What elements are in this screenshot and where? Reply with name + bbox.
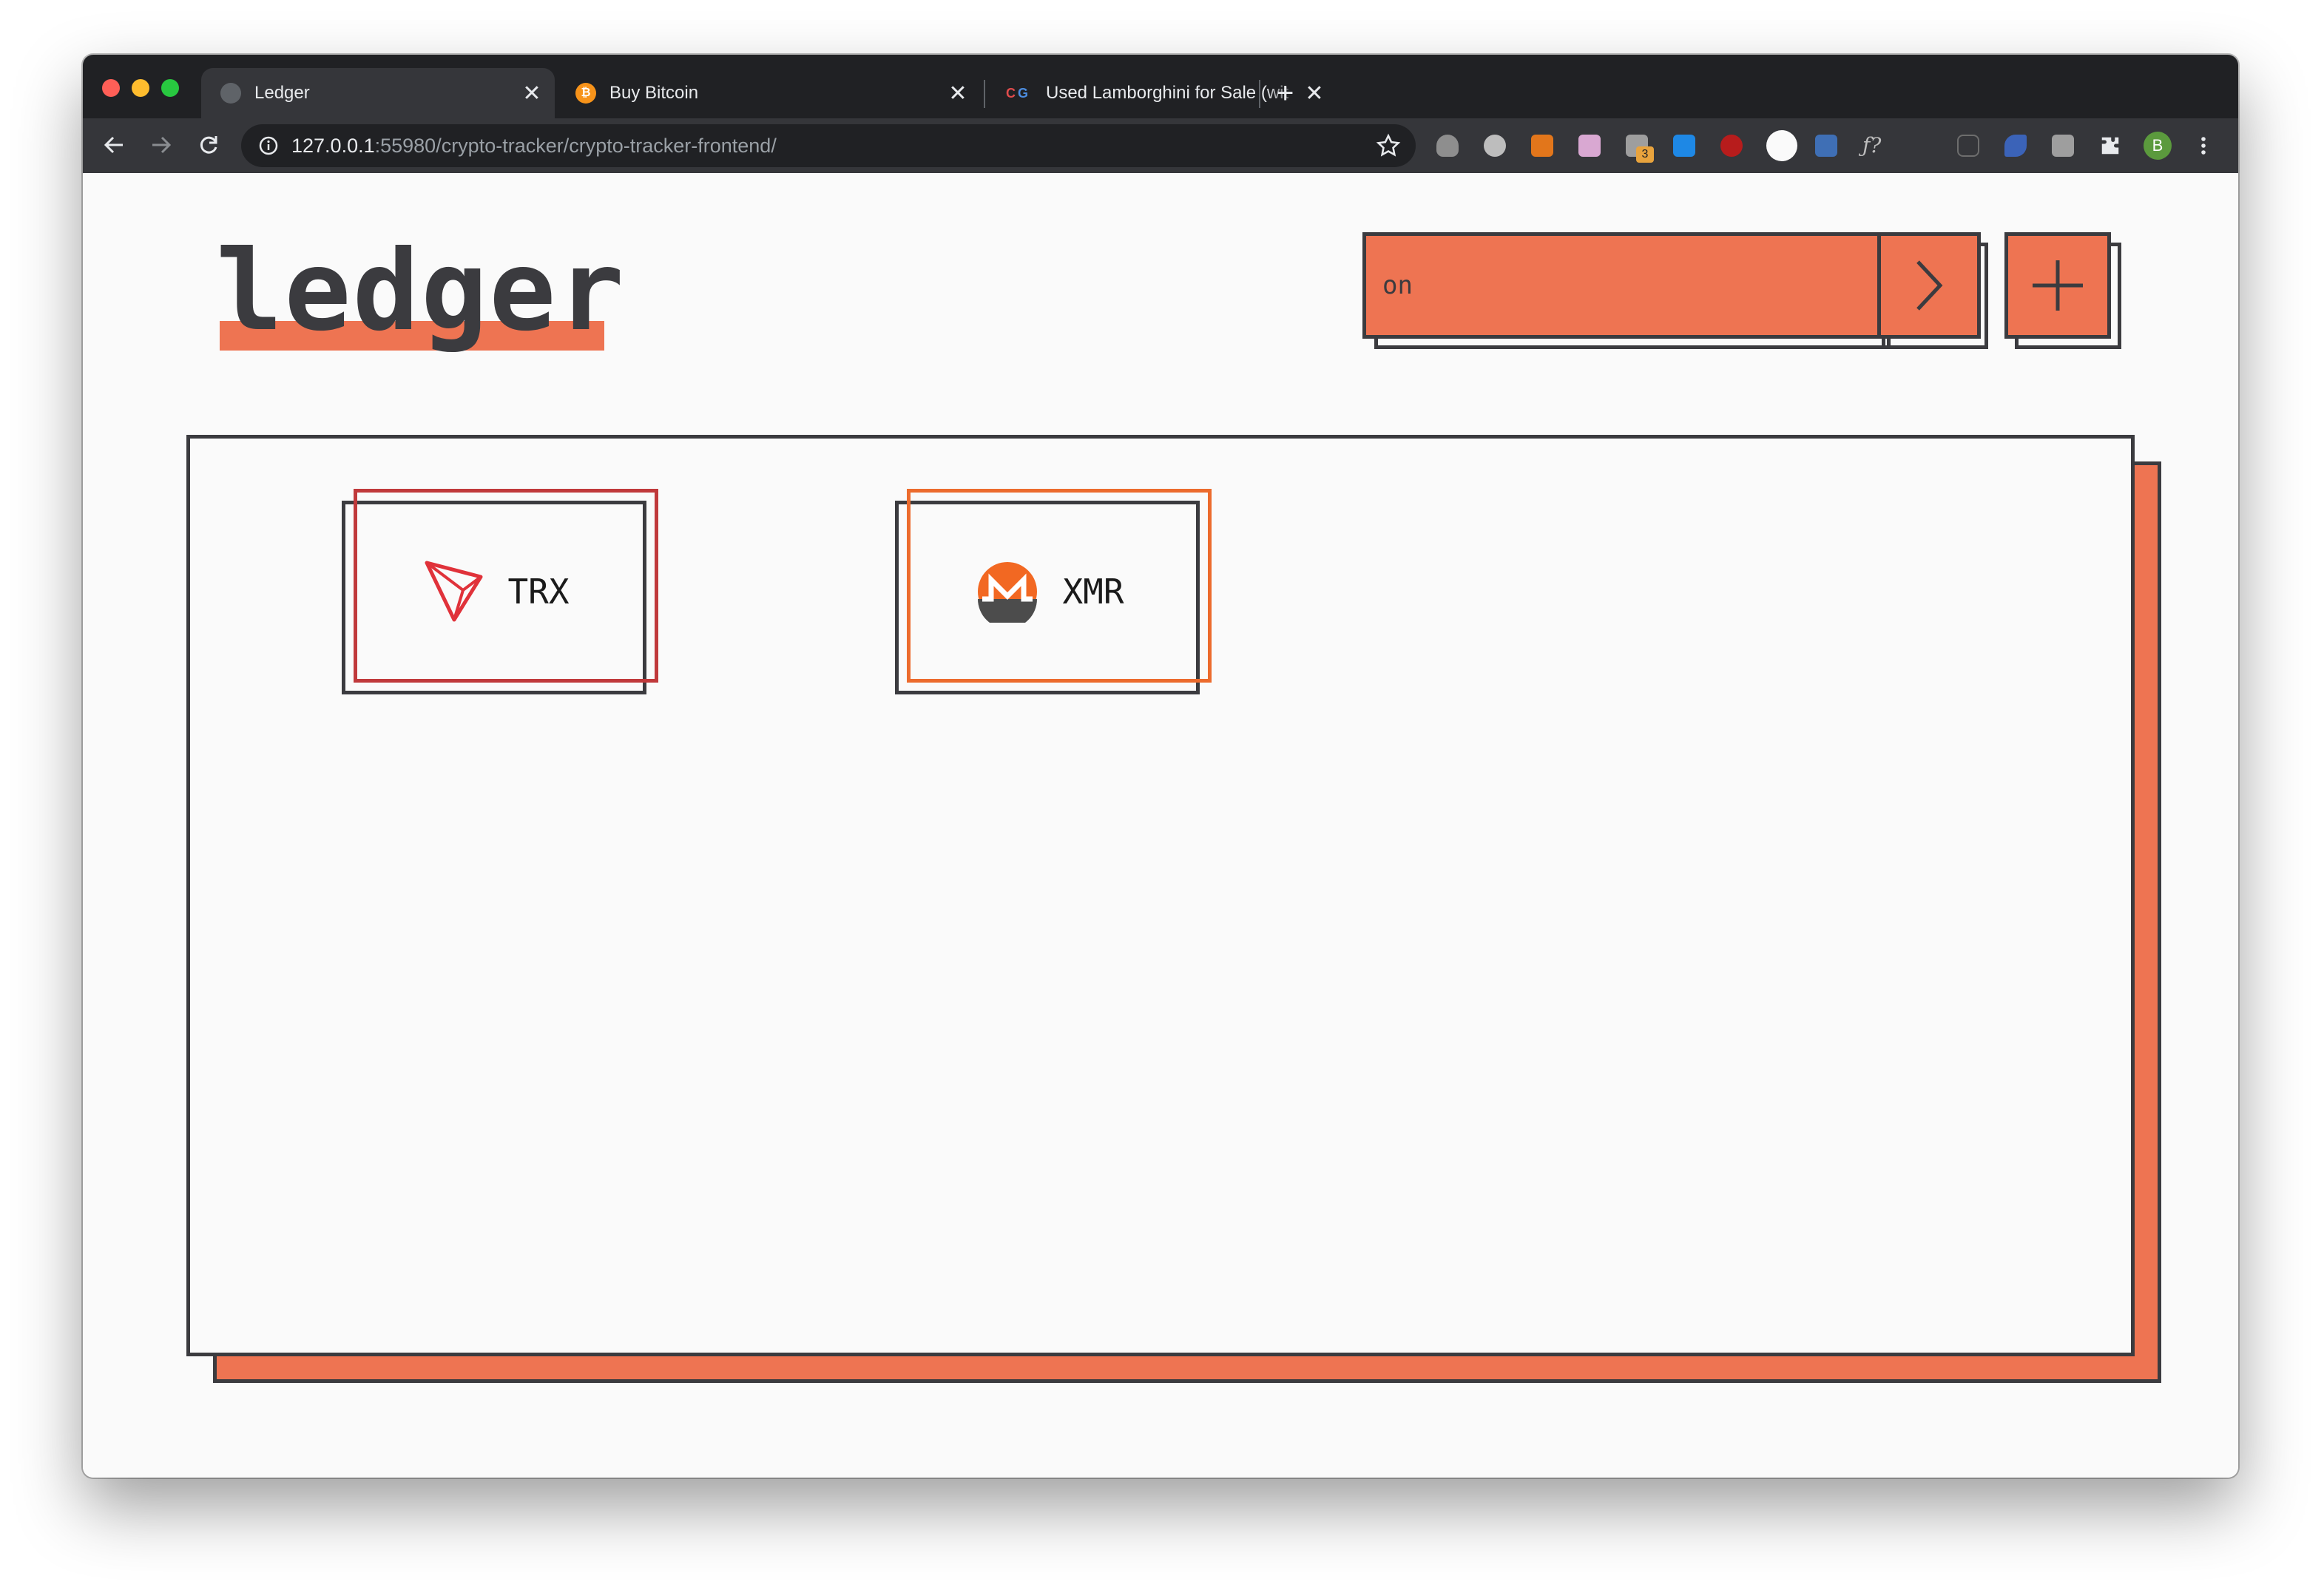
browser-window: Ledger ✕ ₿ Buy Bitcoin ✕ CG Used Lamborg… [83, 55, 2238, 1478]
search-input[interactable] [1362, 232, 1882, 339]
tab-title: Used Lamborghini for Sale (wit [1046, 83, 1289, 103]
metamask-icon[interactable] [1531, 135, 1553, 157]
add-coin-button[interactable] [2004, 232, 2111, 339]
tab-close-icon[interactable]: ✕ [1303, 81, 1325, 106]
coin-card-xmr[interactable]: XMR [895, 489, 1213, 696]
search-submit-button[interactable] [1877, 232, 1981, 339]
extension-badge: 3 [1636, 146, 1654, 163]
extension-ls-icon[interactable] [1815, 135, 1837, 157]
extension-avatar-icon[interactable] [1578, 135, 1601, 157]
extension-feather-icon[interactable] [2004, 135, 2027, 157]
url-path: :55980/crypto-tracker/crypto-tracker-fro… [374, 134, 777, 157]
tab-close-icon[interactable]: ✕ [947, 81, 969, 106]
svg-text:G: G [1018, 86, 1028, 101]
tab-buy-bitcoin[interactable]: ₿ Buy Bitcoin ✕ [556, 68, 981, 118]
page-content: ledger TRX [83, 173, 2238, 1478]
close-window-button[interactable] [102, 79, 120, 97]
tab-close-icon[interactable]: ✕ [521, 81, 543, 106]
minimize-window-button[interactable] [132, 79, 149, 97]
profile-avatar[interactable]: B [2144, 132, 2172, 160]
tab-strip: Ledger ✕ ₿ Buy Bitcoin ✕ CG Used Lamborg… [83, 55, 2238, 118]
bookmark-star-icon[interactable] [1376, 133, 1401, 158]
bitcoin-icon: ₿ [575, 83, 596, 104]
reload-icon [200, 136, 217, 154]
coin-card-trx[interactable]: TRX [342, 489, 660, 696]
extension-m-icon[interactable] [1910, 135, 1932, 157]
ublock-icon[interactable] [1720, 135, 1743, 157]
forward-arrow-icon [152, 136, 172, 154]
globe-icon [220, 83, 241, 104]
browser-toolbar: 127.0.0.1:55980/crypto-tracker/crypto-tr… [83, 118, 2238, 173]
forward-button[interactable] [142, 126, 180, 164]
extensions-puzzle-icon[interactable] [2099, 135, 2121, 157]
extension-g-icon[interactable] [2052, 135, 2074, 157]
extension-s-icon[interactable] [1673, 135, 1695, 157]
extension-dots-icon[interactable] [1766, 130, 1797, 161]
info-icon[interactable] [259, 136, 278, 155]
tab-title: Buy Bitcoin [609, 83, 699, 103]
coin-list-panel: TRX XMR [186, 435, 2135, 1356]
tron-icon [425, 561, 483, 622]
menu-kebab-icon[interactable] [2192, 135, 2215, 157]
extension-hand-icon[interactable] [1436, 135, 1459, 157]
back-arrow-icon [104, 136, 123, 154]
extension-badge-icon[interactable]: 3 [1626, 135, 1654, 163]
new-tab-button[interactable]: + [1277, 75, 1294, 111]
chevron-right-icon [1916, 260, 1943, 311]
tab-title: Ledger [254, 83, 310, 103]
tab-ledger[interactable]: Ledger ✕ [201, 68, 555, 118]
tab-divider [1259, 80, 1260, 108]
plus-icon [2033, 260, 2083, 311]
coingecko-icon: CG [1006, 83, 1033, 104]
coin-card-content: XMR [895, 501, 1206, 683]
extension-circle-icon[interactable] [1484, 135, 1506, 157]
app-logo[interactable]: ledger [216, 217, 626, 365]
coin-card-content: TRX [342, 501, 652, 683]
reload-button[interactable] [189, 126, 228, 164]
tab-divider [984, 80, 985, 108]
extension-braces-icon[interactable] [1957, 135, 1979, 157]
extension-fx-icon[interactable]: ƒ? [1862, 135, 1885, 157]
coin-symbol: TRX [507, 572, 570, 612]
url-host: 127.0.0.1 [291, 134, 375, 157]
svg-text:C: C [1006, 86, 1016, 101]
back-button[interactable] [95, 126, 133, 164]
address-bar[interactable]: 127.0.0.1:55980/crypto-tracker/crypto-tr… [241, 124, 1416, 167]
maximize-window-button[interactable] [161, 79, 179, 97]
url-text: 127.0.0.1:55980/crypto-tracker/crypto-tr… [291, 135, 777, 158]
coin-symbol: XMR [1062, 572, 1124, 612]
monero-icon [978, 562, 1038, 623]
